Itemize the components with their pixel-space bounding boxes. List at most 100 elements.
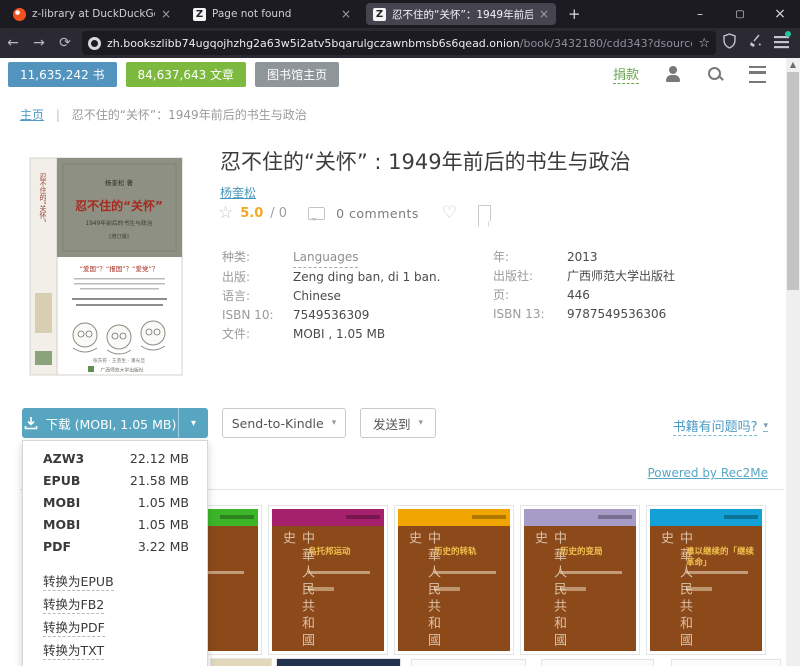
related-cover: 中華人民共和國史 历史的变局: [524, 509, 636, 651]
search-icon[interactable]: [707, 66, 723, 82]
shield-icon[interactable]: [716, 33, 742, 53]
menu-item-format[interactable]: MOBI1.05 MB: [23, 513, 207, 535]
series-bar: [524, 509, 636, 526]
series-bar: [650, 509, 762, 526]
cover-author-line: 杨奎松 著: [105, 178, 134, 187]
articles-count-badge[interactable]: 84,637,643 文章: [126, 62, 247, 87]
related-book-subtitle-line: [560, 571, 622, 574]
format-name: EPUB: [43, 473, 80, 488]
series-bar: [272, 509, 384, 526]
rating-star-icon[interactable]: ☆: [218, 203, 233, 223]
chevron-down-icon: ▾: [332, 418, 337, 428]
app-menu-icon[interactable]: [768, 34, 794, 53]
tab-title: Page not found: [212, 8, 335, 20]
download-label: 下载 (MOBI, 1.05 MB): [46, 414, 177, 433]
tab-title: 忍不住的“关怀”：1949年前后的: [392, 7, 533, 22]
related-book-3[interactable]: 中華人民共和國史 历史的转轨: [394, 505, 514, 655]
window-maximize-button[interactable]: ▢: [720, 0, 760, 28]
tab-close-icon[interactable]: ×: [341, 7, 351, 21]
meta-value: 7549536309: [293, 306, 369, 325]
report-problem-link[interactable]: 书籍有问题吗? ▾: [673, 416, 768, 436]
profile-icon[interactable]: [665, 66, 681, 82]
library-home-badge[interactable]: 图书馆主页: [255, 62, 339, 87]
related-book-author-line: [308, 587, 334, 591]
meta-value: 446: [567, 286, 590, 305]
menu-item-format[interactable]: PDF3.22 MB: [23, 535, 207, 557]
related-book-row2[interactable]: [541, 659, 654, 666]
meta-label: 出版社:: [493, 267, 567, 286]
chevron-down-icon: ▾: [418, 418, 423, 428]
convert-label: 转换为PDF: [43, 617, 105, 637]
tab-title: z-library at DuckDuckGo: [32, 8, 155, 20]
meta-value: 广西师范大学出版社: [567, 267, 675, 286]
scrollbar-thumb[interactable]: [787, 72, 799, 290]
metadata-right: 年:2013 出版社:广西师范大学出版社 页:446 ISBN 13:97875…: [493, 248, 675, 324]
update-dot: [785, 31, 791, 37]
tab-close-icon[interactable]: ×: [161, 7, 171, 21]
menu-item-format[interactable]: EPUB21.58 MB: [23, 469, 207, 491]
related-book-5[interactable]: 中華人民共和國史 难以继续的「继续革命」: [646, 505, 766, 655]
page-title: 忍不住的“关怀” : 1949年前后的书生与政治: [220, 146, 780, 176]
back-button[interactable]: ←: [0, 35, 26, 51]
send-to-kindle-button[interactable]: Send-to-Kindle▾: [222, 408, 346, 438]
menu-item-convert[interactable]: 转换为TXT: [23, 638, 207, 661]
rating-count: / 0: [270, 206, 287, 221]
reload-button[interactable]: ⟳: [52, 35, 78, 51]
convert-label: 转换为FB2: [43, 594, 104, 614]
meta-value: Chinese: [293, 287, 341, 306]
chevron-down-icon: ▾: [763, 421, 768, 432]
cover-publisher: 广西师范大学出版社: [100, 367, 143, 374]
author-link[interactable]: 杨奎松: [220, 184, 256, 201]
related-book-row2[interactable]: [210, 658, 272, 666]
url-path: /book/3432180/cdd343?dsource=recom: [520, 37, 693, 50]
comments-icon: [308, 207, 325, 220]
convert-label: 转换为EPUB: [43, 571, 114, 591]
new-identity-broom-icon[interactable]: [742, 33, 768, 53]
breadcrumb-home-link[interactable]: 主页: [20, 108, 44, 122]
donate-link[interactable]: 捐款: [613, 64, 639, 84]
tab-duckduckgo[interactable]: z-library at DuckDuckGo ×: [6, 3, 178, 25]
menu-item-convert[interactable]: 转换为RTF: [23, 661, 207, 666]
menu-item-convert[interactable]: 转换为PDF: [23, 615, 207, 638]
categories-link[interactable]: Languages: [293, 248, 358, 268]
download-format-caret[interactable]: ▾: [178, 408, 208, 438]
menu-item-convert[interactable]: 转换为FB2: [23, 592, 207, 615]
window-close-button[interactable]: ×: [760, 0, 800, 28]
download-button[interactable]: 下载 (MOBI, 1.05 MB): [22, 408, 178, 438]
related-book-row2[interactable]: [276, 658, 401, 666]
comments-link[interactable]: 0 comments: [336, 206, 419, 221]
menu-item-convert[interactable]: 转换为EPUB: [23, 569, 207, 592]
meta-value: Zeng ding ban, di 1 ban.: [293, 268, 440, 287]
library-stat-badges: 11,635,242 书 84,637,643 文章 图书馆主页: [8, 62, 339, 87]
menu-item-format[interactable]: AZW322.12 MB: [23, 447, 207, 469]
scroll-up-arrow[interactable]: ▲: [786, 60, 800, 72]
tab-book-active[interactable]: Z 忍不住的“关怀”：1949年前后的 ×: [366, 3, 556, 25]
window-minimize-button[interactable]: –: [680, 0, 720, 28]
powered-by-link[interactable]: Powered by Rec2Me: [647, 466, 768, 480]
related-book-row2[interactable]: [671, 659, 781, 666]
related-book-4[interactable]: 中華人民共和國史 历史的变局: [520, 505, 640, 655]
new-tab-button[interactable]: +: [568, 5, 581, 23]
bookmark-star-icon[interactable]: ☆: [698, 36, 710, 51]
cover-edition: [增订版]: [109, 232, 129, 240]
books-count-badge[interactable]: 11,635,242 书: [8, 62, 117, 87]
spine-title: 忍不住的“关怀”: [39, 173, 47, 222]
site-identity-icon[interactable]: [88, 37, 101, 50]
related-book-row2[interactable]: [411, 659, 526, 666]
site-menu-icon[interactable]: [749, 66, 766, 83]
url-bar[interactable]: zh.bookszlibb74ugqojhzhg2a63w5i2atv5bqar…: [82, 31, 716, 55]
tab-page-not-found[interactable]: Z Page not found ×: [186, 3, 358, 25]
menu-item-format[interactable]: MOBI1.05 MB: [23, 491, 207, 513]
meta-value: 9787549536306: [567, 305, 666, 324]
header-actions: 捐款: [613, 64, 766, 84]
related-book-author-line: [434, 587, 460, 591]
related-book-2[interactable]: 中華人民共和國史 乌托邦运动: [268, 505, 388, 655]
bookmark-icon[interactable]: [478, 205, 491, 221]
forward-button[interactable]: →: [26, 35, 52, 51]
tab-close-icon[interactable]: ×: [539, 7, 549, 21]
send-to-button[interactable]: 发送到▾: [360, 408, 436, 438]
favorite-heart-icon[interactable]: ♡: [442, 203, 457, 223]
cover-portrait-names: 张东荪 · 王芸生 · 潘光旦: [93, 357, 146, 364]
book-cover-image[interactable]: 忍不住的“关怀” 杨奎松 著 忍不住的“关怀” 1949年前后的书生与政治 [增…: [22, 143, 190, 386]
related-book-title: 历史的变局: [560, 547, 632, 558]
